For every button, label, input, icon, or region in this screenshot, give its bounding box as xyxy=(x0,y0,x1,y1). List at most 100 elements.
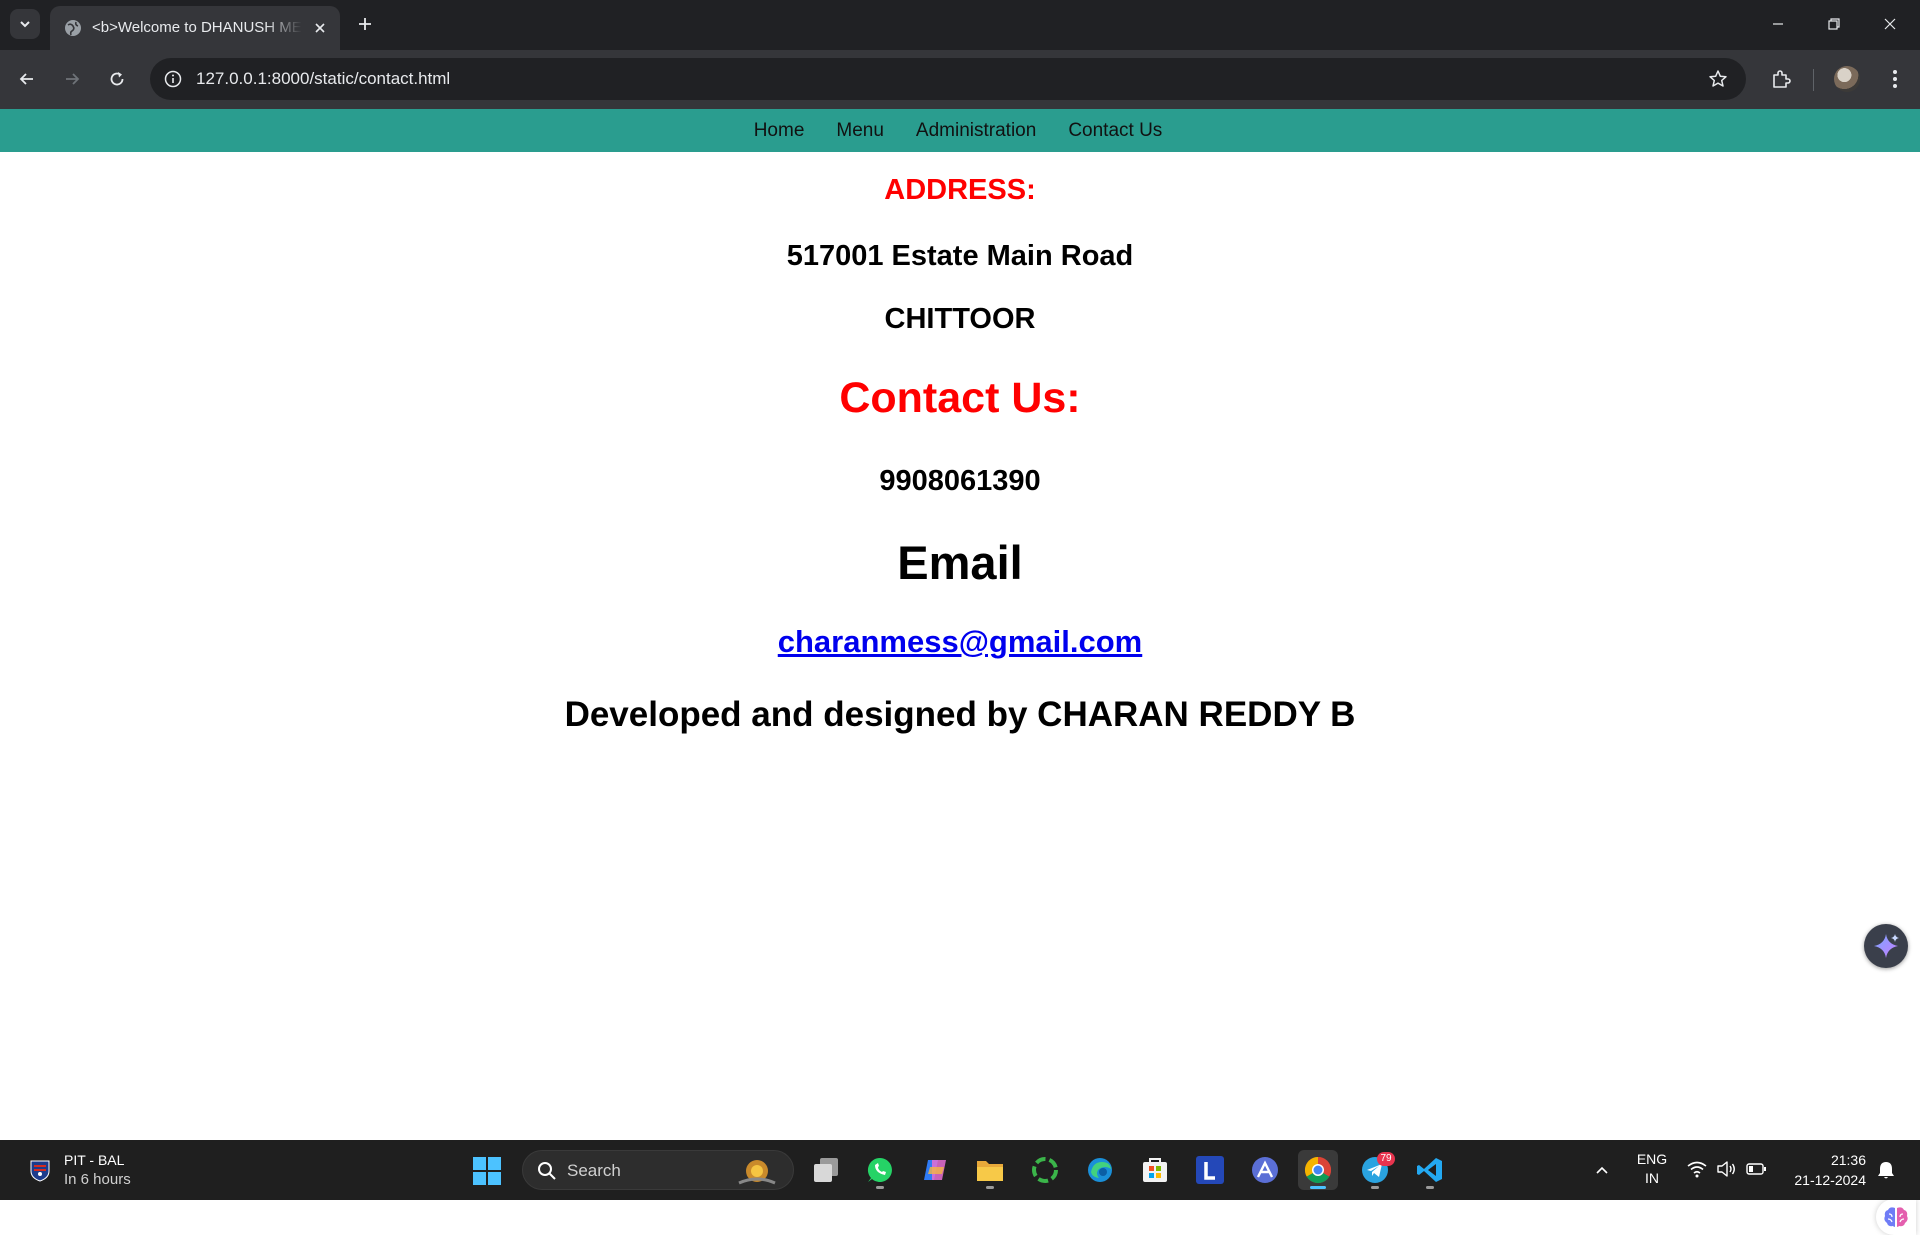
wifi-icon xyxy=(1687,1161,1707,1178)
taskbar-search[interactable]: Search xyxy=(522,1150,794,1190)
taskbar-app-file-explorer[interactable] xyxy=(970,1150,1010,1190)
close-icon xyxy=(1884,18,1896,30)
browser-tab-bar: <b>Welcome to DHANUSH MESS xyxy=(0,0,1920,50)
browser-toolbar: 127.0.0.1:8000/static/contact.html xyxy=(0,50,1920,109)
new-tab-button[interactable] xyxy=(352,11,378,37)
close-window-button[interactable] xyxy=(1862,0,1918,48)
site-info-button[interactable] xyxy=(162,68,184,90)
letter-l-app-icon xyxy=(1196,1156,1224,1184)
phone-number: 9908061390 xyxy=(879,465,1041,497)
chevron-up-icon xyxy=(1596,1166,1608,1174)
taskbar-app-green-ring[interactable] xyxy=(1025,1150,1065,1190)
browser-tab[interactable]: <b>Welcome to DHANUSH MESS xyxy=(50,6,340,50)
copilot-icon xyxy=(924,1160,946,1180)
battery-status[interactable] xyxy=(1745,1158,1767,1180)
globe-icon xyxy=(65,20,81,36)
running-indicator xyxy=(1371,1186,1379,1189)
tab-title: <b>Welcome to DHANUSH MESS xyxy=(92,19,302,36)
windows-logo-icon xyxy=(473,1157,501,1185)
taskbar-app-task-view[interactable] xyxy=(806,1150,846,1190)
bell-icon xyxy=(1878,1162,1894,1179)
brain-icon xyxy=(1884,1207,1908,1227)
profile-avatar[interactable] xyxy=(1834,66,1860,92)
toolbar-divider xyxy=(1813,69,1814,91)
weather-widget[interactable]: PIT - BAL In 6 hours xyxy=(24,1150,174,1190)
info-icon xyxy=(164,70,182,88)
weather-subtitle: In 6 hours xyxy=(64,1171,131,1188)
show-hidden-icons-button[interactable] xyxy=(1590,1158,1614,1182)
address-heading: ADDRESS: xyxy=(884,174,1036,206)
volume-status[interactable] xyxy=(1715,1158,1737,1180)
battery-icon xyxy=(1746,1163,1766,1175)
nav-link-administration[interactable]: Administration xyxy=(898,120,1054,142)
region-code: IN xyxy=(1645,1170,1659,1186)
star-icon xyxy=(1709,70,1727,87)
browser-menu-button[interactable] xyxy=(1880,64,1910,94)
address-bar[interactable]: 127.0.0.1:8000/static/contact.html xyxy=(150,58,1746,100)
taskbar-app-telegram[interactable]: 79 xyxy=(1355,1150,1395,1190)
minimize-button[interactable] xyxy=(1750,0,1806,48)
tab-search-button[interactable] xyxy=(10,9,40,39)
puzzle-icon xyxy=(1773,70,1791,88)
ai-assistant-button[interactable] xyxy=(1864,924,1908,968)
address-line-1: 517001 Estate Main Road xyxy=(786,240,1134,272)
email-row: charanmess@gmail.com xyxy=(0,624,1920,660)
notifications-button[interactable] xyxy=(1874,1158,1898,1182)
nfl-shield-icon xyxy=(30,1160,50,1182)
bookmark-button[interactable] xyxy=(1706,67,1730,91)
chevron-down-icon xyxy=(20,21,30,28)
whatsapp-icon xyxy=(867,1157,892,1182)
task-view-icon xyxy=(814,1158,838,1182)
reload-icon xyxy=(110,72,124,86)
triangle-app-icon xyxy=(1252,1157,1278,1183)
system-clock[interactable]: 21:36 21-12-2024 xyxy=(1780,1150,1866,1190)
taskbar-app-whatsapp[interactable] xyxy=(860,1150,900,1190)
contact-heading: Contact Us: xyxy=(839,374,1081,422)
minimize-icon xyxy=(1773,23,1783,25)
back-button[interactable] xyxy=(12,64,42,94)
search-label: Search xyxy=(567,1161,621,1180)
restore-button[interactable] xyxy=(1806,0,1862,48)
restore-icon xyxy=(1828,18,1840,30)
plus-icon xyxy=(359,18,371,30)
taskbar: PIT - BAL In 6 hours Search 79 ENG IN 21… xyxy=(0,1140,1920,1200)
weather-title: PIT - BAL xyxy=(64,1152,125,1168)
url-text: 127.0.0.1:8000/static/contact.html xyxy=(196,69,451,88)
reload-button[interactable] xyxy=(102,64,132,94)
email-link[interactable]: charanmess@gmail.com xyxy=(778,624,1143,659)
notification-badge: 79 xyxy=(1377,1152,1395,1166)
taskbar-app-copilot[interactable] xyxy=(915,1150,955,1190)
running-indicator xyxy=(1426,1186,1434,1189)
taskbar-app-edge[interactable] xyxy=(1080,1150,1120,1190)
developer-credit: Developed and designed by CHARAN REDDY B xyxy=(564,695,1356,734)
brain-extension-button[interactable] xyxy=(1876,1199,1916,1235)
vscode-icon xyxy=(1417,1158,1442,1182)
extensions-button[interactable] xyxy=(1766,64,1796,94)
nav-link-home[interactable]: Home xyxy=(736,120,823,142)
nav-link-contact-us[interactable]: Contact Us xyxy=(1050,120,1180,142)
store-icon xyxy=(1143,1158,1167,1182)
wifi-status[interactable] xyxy=(1686,1158,1708,1180)
start-button[interactable] xyxy=(472,1156,502,1186)
search-highlight-icon xyxy=(738,1160,776,1185)
taskbar-app-triangle[interactable] xyxy=(1245,1150,1285,1190)
more-vert-icon xyxy=(1893,70,1897,88)
forward-button[interactable] xyxy=(57,64,87,94)
running-indicator xyxy=(876,1186,884,1189)
arrow-right-icon xyxy=(66,73,80,85)
language-code: ENG xyxy=(1636,1151,1668,1167)
taskbar-app-store[interactable] xyxy=(1135,1150,1175,1190)
taskbar-app-l[interactable] xyxy=(1190,1150,1230,1190)
address-line-2: CHITTOOR xyxy=(884,303,1036,335)
clock-date: 21-12-2024 xyxy=(1794,1172,1866,1188)
taskbar-app-chrome[interactable] xyxy=(1298,1150,1338,1190)
taskbar-app-vscode[interactable] xyxy=(1410,1150,1450,1190)
web-page: Home Menu Administration Contact Us ADDR… xyxy=(0,109,1920,1235)
folder-icon xyxy=(977,1161,1003,1181)
tab-close-button[interactable] xyxy=(310,18,330,38)
nav-link-menu[interactable]: Menu xyxy=(818,120,902,142)
language-indicator[interactable]: ENG IN xyxy=(1632,1150,1672,1188)
email-heading: Email xyxy=(897,536,1023,589)
search-icon xyxy=(538,1162,556,1180)
edge-icon xyxy=(1088,1158,1112,1182)
